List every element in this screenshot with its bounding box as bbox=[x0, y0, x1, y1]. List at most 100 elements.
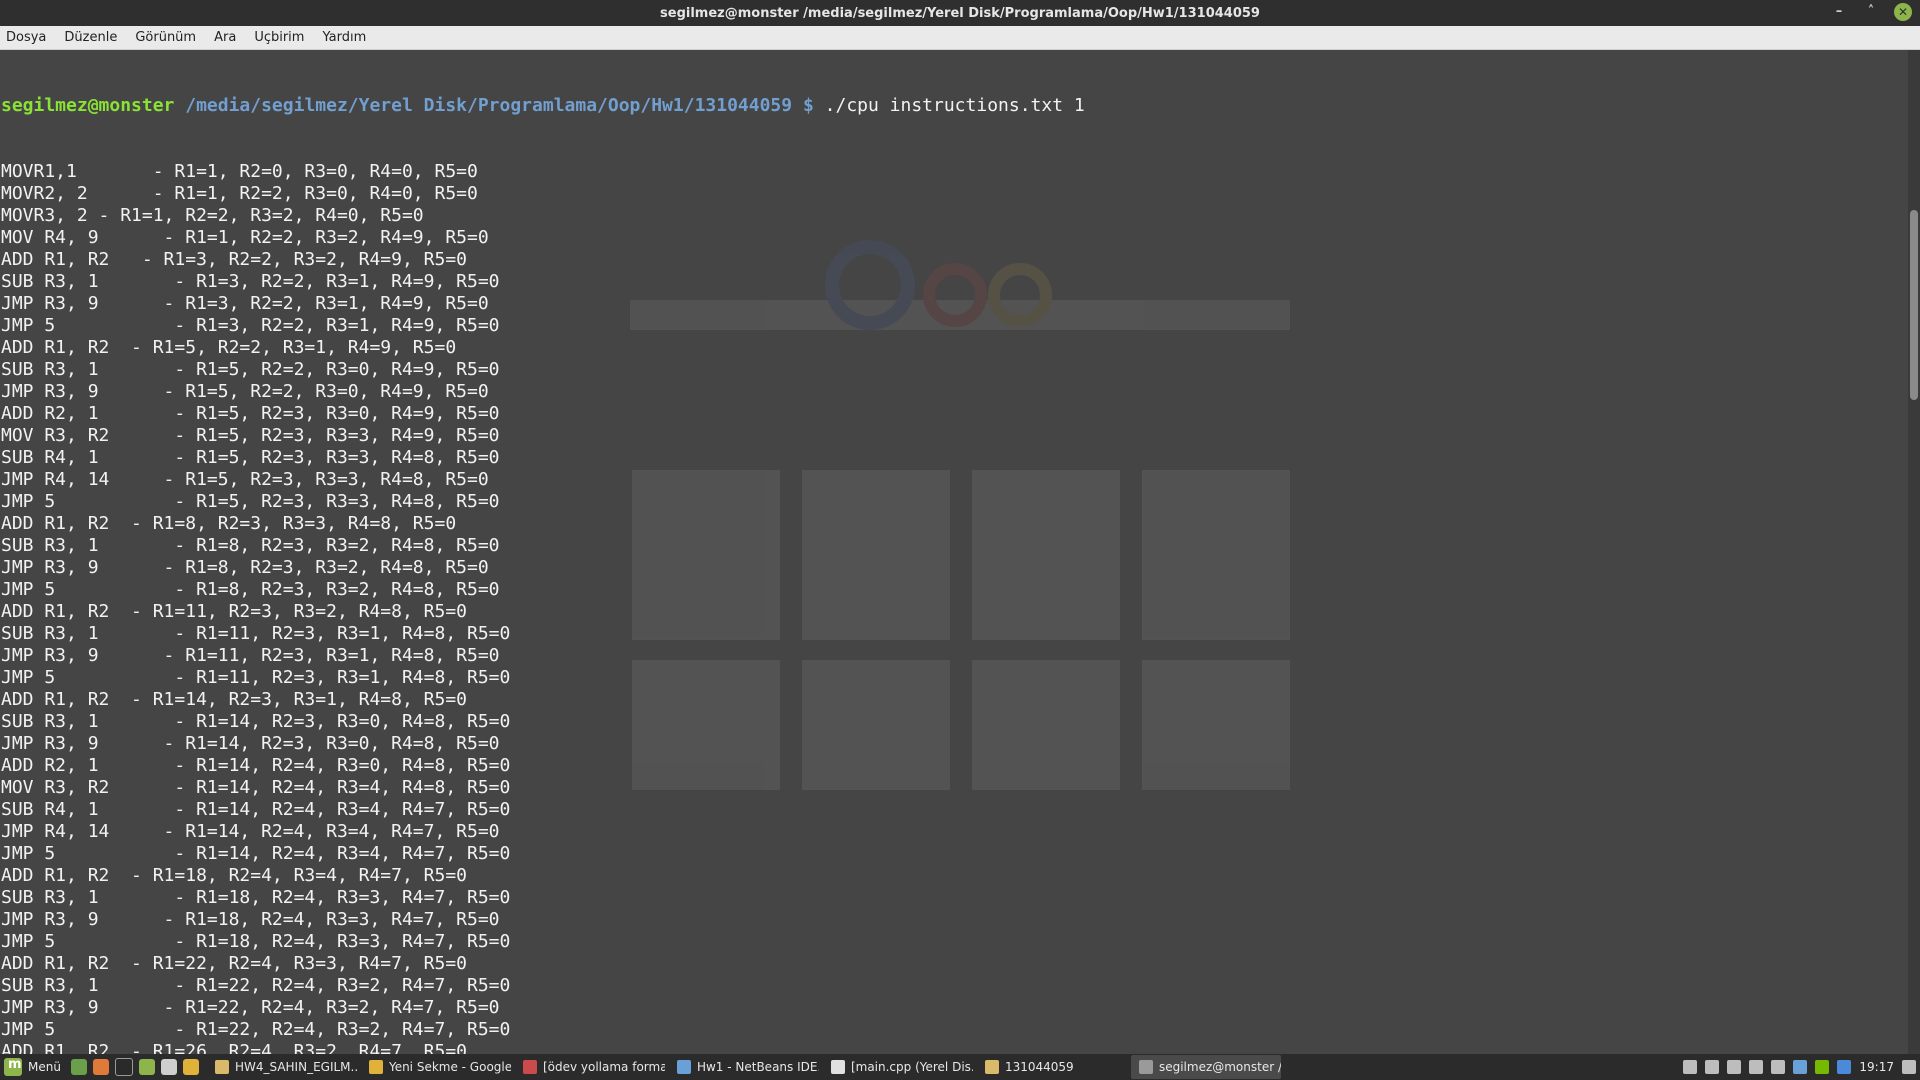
terminal-area[interactable]: segilmez@monster /media/segilmez/Yerel D… bbox=[0, 50, 1908, 1054]
output-line: SUB R4, 1 - R1=14, R2=4, R3=4, R4=7, R5=… bbox=[1, 799, 511, 820]
app-icon[interactable] bbox=[160, 1059, 177, 1075]
window-title: segilmez@monster /media/segilmez/Yerel D… bbox=[660, 5, 1260, 21]
output-line: ADD R1, R2 - R1=5, R2=2, R3=1, R4=9, R5=… bbox=[1, 337, 457, 358]
menu-label: Menü bbox=[28, 1060, 61, 1074]
output-line: SUB R3, 1 - R1=14, R2=3, R3=0, R4=8, R5=… bbox=[1, 711, 511, 732]
user-icon[interactable] bbox=[1683, 1060, 1698, 1074]
show-desktop-icon[interactable] bbox=[70, 1059, 87, 1075]
output-line: SUB R3, 1 - R1=3, R2=2, R3=1, R4=9, R5=0 bbox=[1, 271, 500, 292]
window-controls: – ˄ ✕ bbox=[1830, 3, 1912, 21]
taskbar-task-label: 131044059 bbox=[1004, 1060, 1074, 1074]
menu-search[interactable]: Ara bbox=[214, 30, 236, 45]
prompt-command: ./cpu instructions.txt 1 bbox=[824, 95, 1085, 116]
menu-edit[interactable]: Düzenle bbox=[64, 30, 117, 45]
terminal-icon bbox=[1138, 1060, 1153, 1074]
taskbar-task-label: Yeni Sekme - Google... bbox=[388, 1060, 511, 1074]
output-line: ADD R2, 1 - R1=14, R2=4, R3=0, R4=8, R5=… bbox=[1, 755, 511, 776]
output-line: JMP 5 - R1=5, R2=3, R3=3, R4=8, R5=0 bbox=[1, 491, 500, 512]
terminal-launch-icon[interactable] bbox=[114, 1058, 133, 1076]
firefox-icon[interactable] bbox=[92, 1059, 109, 1075]
start-menu-button[interactable]: Menü bbox=[0, 1054, 71, 1080]
update-icon[interactable] bbox=[1705, 1060, 1720, 1074]
prompt-path: /media/segilmez/Yerel Disk/Programlama/O… bbox=[185, 95, 793, 116]
chrome-launch-icon[interactable] bbox=[182, 1059, 199, 1075]
output-line: ADD R1, R2 - R1=8, R2=3, R3=3, R4=8, R5=… bbox=[1, 513, 457, 534]
taskbar-task[interactable]: [ödev yollama forma... bbox=[515, 1055, 665, 1079]
menu-terminal[interactable]: Uçbirim bbox=[254, 30, 304, 45]
network-icon[interactable] bbox=[1727, 1060, 1742, 1074]
maximize-button[interactable]: ˄ bbox=[1862, 3, 1880, 21]
output-line: JMP 5 - R1=14, R2=4, R3=4, R4=7, R5=0 bbox=[1, 843, 511, 864]
output-line: ADD R1, R2 - R1=18, R2=4, R3=4, R4=7, R5… bbox=[1, 865, 467, 886]
taskbar-task-label: Hw1 - NetBeans IDE... bbox=[696, 1060, 819, 1074]
bluetooth-icon[interactable] bbox=[1837, 1060, 1852, 1074]
folder-icon bbox=[984, 1060, 999, 1074]
quick-launch bbox=[70, 1058, 207, 1076]
output-line: SUB R4, 1 - R1=5, R2=3, R3=3, R4=8, R5=0 bbox=[1, 447, 500, 468]
output-line: JMP 5 - R1=11, R2=3, R3=1, R4=8, R5=0 bbox=[1, 667, 511, 688]
output-line: SUB R3, 1 - R1=22, R2=4, R3=2, R4=7, R5=… bbox=[1, 975, 511, 996]
taskbar-task[interactable]: segilmez@monster /... bbox=[1130, 1055, 1281, 1079]
output-line: JMP R3, 9 - R1=18, R2=4, R3=3, R4=7, R5=… bbox=[1, 909, 500, 930]
output-line: JMP R4, 14 - R1=14, R2=4, R3=4, R4=7, R5… bbox=[1, 821, 500, 842]
shield-icon[interactable] bbox=[1793, 1060, 1808, 1074]
files-icon[interactable] bbox=[138, 1059, 155, 1075]
output-line: SUB R3, 1 - R1=18, R2=4, R3=3, R4=7, R5=… bbox=[1, 887, 511, 908]
output-line: JMP R3, 9 - R1=14, R2=3, R3=0, R4=8, R5=… bbox=[1, 733, 500, 754]
notifications-icon[interactable] bbox=[1902, 1060, 1916, 1074]
taskbar-task[interactable]: [main.cpp (Yerel Dis... bbox=[823, 1055, 973, 1079]
output-line: JMP 5 - R1=18, R2=4, R3=3, R4=7, R5=0 bbox=[1, 931, 511, 952]
terminal-scrollbar[interactable] bbox=[1908, 50, 1920, 1054]
battery-icon[interactable] bbox=[1771, 1060, 1786, 1074]
output-line: ADD R1, R2 - R1=3, R2=2, R3=2, R4=9, R5=… bbox=[1, 249, 467, 270]
netbeans-icon bbox=[676, 1060, 691, 1074]
output-line: MOVR1,1 - R1=1, R2=0, R3=0, R4=0, R5=0 bbox=[1, 161, 478, 182]
output-line: ADD R1, R2 - R1=22, R2=4, R3=3, R4=7, R5… bbox=[1, 953, 467, 974]
menu-view[interactable]: Görünüm bbox=[135, 30, 196, 45]
output-line: ADD R1, R2 - R1=14, R2=3, R3=1, R4=8, R5… bbox=[1, 689, 467, 710]
output-line: SUB R3, 1 - R1=5, R2=2, R3=0, R4=9, R5=0 bbox=[1, 359, 500, 380]
taskbar-task[interactable]: Yeni Sekme - Google... bbox=[361, 1055, 511, 1079]
output-line: JMP R3, 9 - R1=11, R2=3, R3=1, R4=8, R5=… bbox=[1, 645, 500, 666]
close-button[interactable]: ✕ bbox=[1894, 3, 1912, 21]
taskbar-task-label: HW4_SAHIN_EGILM... bbox=[234, 1060, 357, 1074]
scrollbar-thumb[interactable] bbox=[1910, 210, 1918, 400]
output-line: MOVR2, 2 - R1=1, R2=2, R3=0, R4=0, R5=0 bbox=[1, 183, 478, 204]
terminal-output: segilmez@monster /media/segilmez/Yerel D… bbox=[1, 51, 1085, 1054]
output-line: MOVR3, 2 - R1=1, R2=2, R3=2, R4=0, R5=0 bbox=[1, 205, 424, 226]
taskbar: Menü HW4_SAHIN_EGILM... Yeni Sekme - Goog… bbox=[0, 1054, 1920, 1080]
output-line: SUB R3, 1 - R1=8, R2=3, R3=2, R4=8, R5=0 bbox=[1, 535, 500, 556]
output-line: JMP R3, 9 - R1=3, R2=2, R3=1, R4=9, R5=0 bbox=[1, 293, 489, 314]
clock[interactable]: 19:17 bbox=[1859, 1060, 1894, 1074]
minimize-button[interactable]: – bbox=[1830, 3, 1848, 21]
prompt-symbol: $ bbox=[802, 95, 814, 116]
nvidia-icon[interactable] bbox=[1815, 1060, 1830, 1074]
chrome-icon bbox=[368, 1060, 383, 1074]
document-icon bbox=[522, 1060, 537, 1074]
output-line: MOV R4, 9 - R1=1, R2=2, R3=2, R4=9, R5=0 bbox=[1, 227, 489, 248]
menu-file[interactable]: Dosya bbox=[6, 30, 46, 45]
output-line: ADD R1, R2 - R1=11, R2=3, R3=2, R4=8, R5… bbox=[1, 601, 467, 622]
output-line: JMP 5 - R1=22, R2=4, R3=2, R4=7, R5=0 bbox=[1, 1019, 511, 1040]
menu-help[interactable]: Yardım bbox=[322, 30, 366, 45]
output-line: JMP R3, 9 - R1=22, R2=4, R3=2, R4=7, R5=… bbox=[1, 997, 500, 1018]
window-titlebar[interactable]: segilmez@monster /media/segilmez/Yerel D… bbox=[0, 0, 1920, 26]
prompt-line: segilmez@monster /media/segilmez/Yerel D… bbox=[1, 95, 1085, 117]
folder-icon bbox=[214, 1060, 229, 1074]
taskbar-task[interactable]: HW4_SAHIN_EGILM... bbox=[207, 1055, 357, 1079]
output-line: MOV R3, R2 - R1=5, R2=3, R3=3, R4=9, R5=… bbox=[1, 425, 500, 446]
menu-bar: Dosya Düzenle Görünüm Ara Uçbirim Yardım bbox=[0, 26, 1920, 50]
taskbar-task[interactable]: Hw1 - NetBeans IDE... bbox=[669, 1055, 819, 1079]
output-line: ADD R1, R2 - R1=26, R2=4, R3=2, R4=7, R5… bbox=[1, 1041, 467, 1054]
taskbar-task[interactable]: 131044059 bbox=[977, 1055, 1127, 1079]
volume-icon[interactable] bbox=[1749, 1060, 1764, 1074]
taskbar-task-label: segilmez@monster /... bbox=[1158, 1060, 1281, 1074]
output-line: SUB R3, 1 - R1=11, R2=3, R3=1, R4=8, R5=… bbox=[1, 623, 511, 644]
output-line: JMP 5 - R1=3, R2=2, R3=1, R4=9, R5=0 bbox=[1, 315, 500, 336]
taskbar-task-label: [main.cpp (Yerel Dis... bbox=[850, 1060, 973, 1074]
taskbar-task-label: [ödev yollama forma... bbox=[542, 1060, 665, 1074]
output-line: JMP R3, 9 - R1=5, R2=2, R3=0, R4=9, R5=0 bbox=[1, 381, 489, 402]
task-list: HW4_SAHIN_EGILM... Yeni Sekme - Google...… bbox=[207, 1055, 1285, 1079]
prompt-user: segilmez@monster bbox=[1, 95, 175, 116]
output-line: ADD R2, 1 - R1=5, R2=3, R3=0, R4=9, R5=0 bbox=[1, 403, 500, 424]
